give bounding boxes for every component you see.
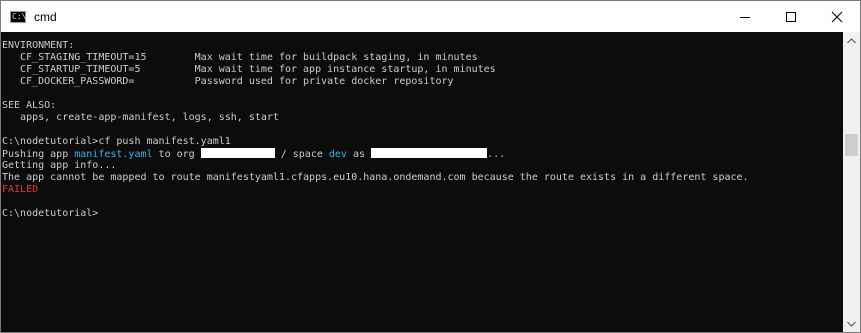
env-var-line: CF_DOCKER_PASSWORD= Password used for pr… xyxy=(2,76,749,88)
env-var-line: CF_STARTUP_TIMEOUT=5 Max wait time for a… xyxy=(2,64,749,76)
error-message: The app cannot be mapped to route manife… xyxy=(2,172,749,183)
scroll-down-icon xyxy=(847,321,856,327)
title-bar[interactable]: C:\ cmd xyxy=(1,1,860,32)
minimize-icon xyxy=(740,16,750,18)
redacted-org xyxy=(200,148,275,158)
see-also-list: apps, create-app-manifest, logs, ssh, st… xyxy=(2,112,279,123)
minimize-button[interactable] xyxy=(722,1,768,32)
app-name: manifest.yaml xyxy=(74,149,153,160)
space-label: / space xyxy=(274,149,329,160)
redacted-user xyxy=(371,148,488,158)
push-ellipsis: ... xyxy=(487,149,506,160)
vertical-scrollbar[interactable] xyxy=(843,32,860,332)
space-name: dev xyxy=(328,149,347,160)
env-var-name: CF_DOCKER_PASSWORD= xyxy=(2,76,195,87)
window-title: cmd xyxy=(34,9,57,24)
env-var-name: CF_STARTUP_TIMEOUT=5 xyxy=(2,64,195,75)
scroll-up-icon xyxy=(847,37,856,43)
cmd-window: C:\ cmd ENVIRONMENT: CF_STAGING_TIMEOUT=… xyxy=(0,0,861,333)
as-label: as xyxy=(346,149,372,160)
prompt-final: C:\nodetutorial> xyxy=(2,208,99,219)
to-org-label: to org xyxy=(152,149,201,160)
scroll-down-button[interactable] xyxy=(843,315,860,332)
env-var-desc: Password used for private docker reposit… xyxy=(194,76,454,87)
scrollbar-thumb[interactable] xyxy=(845,134,858,156)
close-icon xyxy=(831,11,843,22)
failed-status: FAILED xyxy=(2,184,39,195)
cmd-icon[interactable]: C:\ xyxy=(10,10,27,23)
env-var-desc: Max wait time for app instance startup, … xyxy=(194,64,496,75)
env-var-name: CF_STAGING_TIMEOUT=15 xyxy=(2,52,195,63)
env-var-desc: Max wait time for buildpack staging, in … xyxy=(194,52,478,63)
maximize-button[interactable] xyxy=(768,1,814,32)
window-controls xyxy=(722,1,860,32)
cmd-icon-glyph: C:\ xyxy=(12,11,27,21)
getting-info-line: Getting app info... xyxy=(2,160,117,171)
env-var-line: CF_STAGING_TIMEOUT=15 Max wait time for … xyxy=(2,52,749,64)
console-lines: ENVIRONMENT: CF_STAGING_TIMEOUT=15 Max w… xyxy=(2,40,749,220)
prompt-command: C:\nodetutorial>cf push manifest.yaml1 xyxy=(2,136,231,147)
maximize-icon xyxy=(786,11,796,22)
console-output[interactable]: ENVIRONMENT: CF_STAGING_TIMEOUT=15 Max w… xyxy=(1,32,844,332)
push-status-line: Pushing app manifest.yaml to org / space… xyxy=(2,148,749,160)
scroll-up-button[interactable] xyxy=(843,32,860,49)
see-also-header: SEE ALSO: xyxy=(2,100,57,111)
env-header: ENVIRONMENT: xyxy=(2,40,75,51)
push-prefix: Pushing app xyxy=(2,149,75,160)
close-button[interactable] xyxy=(814,1,860,32)
